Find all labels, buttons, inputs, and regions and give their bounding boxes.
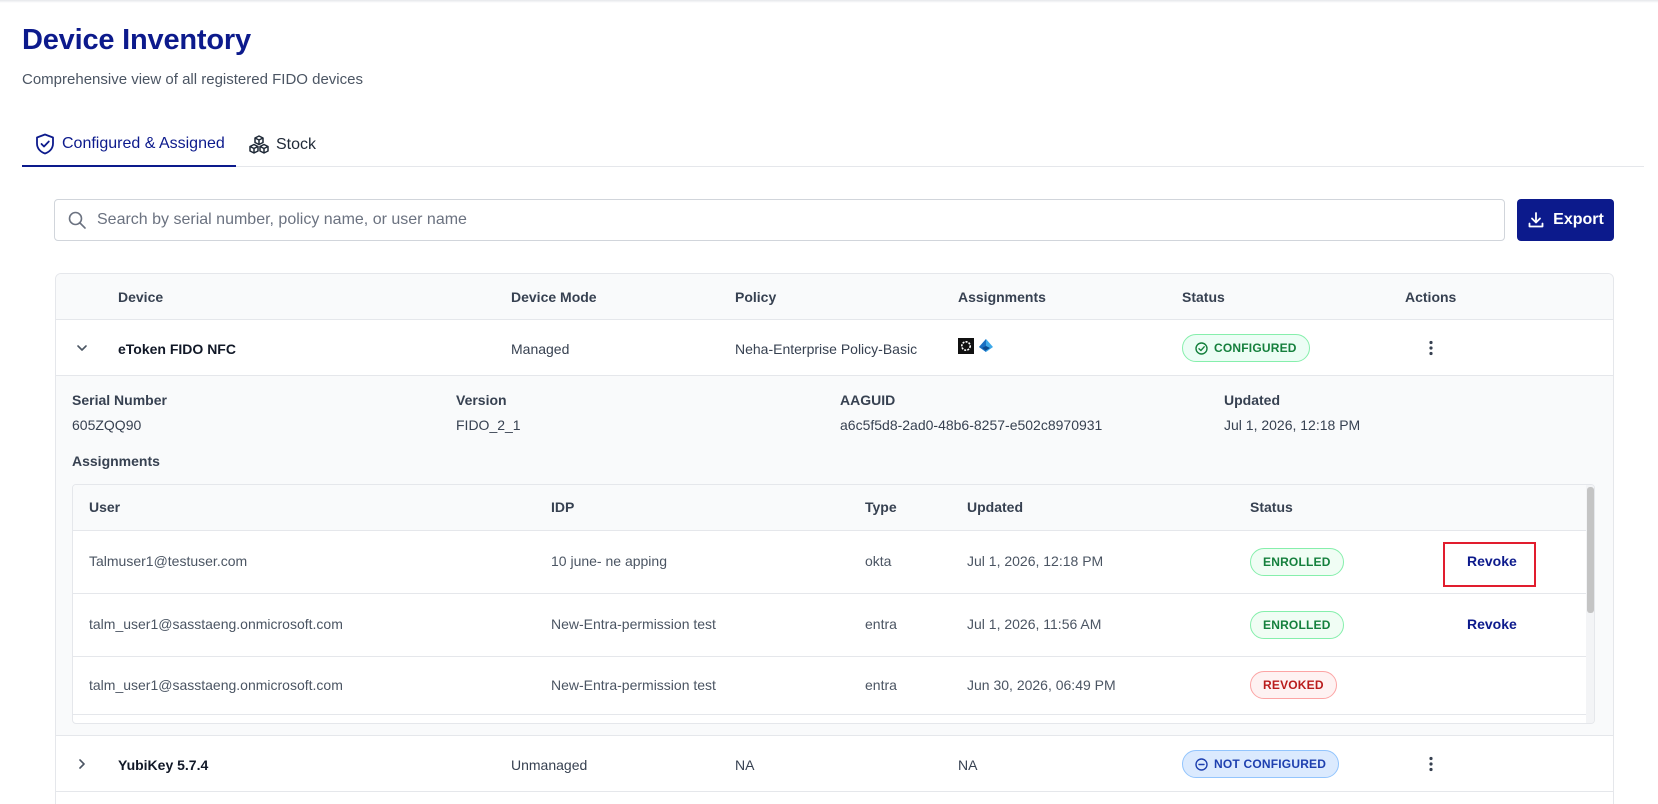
shield-check-icon — [34, 133, 56, 155]
page-title: Device Inventory — [22, 24, 251, 56]
tab-label: Configured & Assigned — [62, 134, 225, 152]
aaguid-label: AAGUID — [840, 392, 896, 408]
updated-label: Updated — [1224, 392, 1280, 408]
column-header-policy: Policy — [735, 289, 777, 305]
column-header-idp: IDP — [551, 499, 575, 515]
device-details-panel: Serial Number 605ZQQ90 Version FIDO_2_1 … — [56, 376, 1613, 736]
assignment-updated: Jun 30, 2026, 06:49 PM — [967, 677, 1116, 693]
assignment-idp: New-Entra-permission test — [551, 616, 716, 632]
revoke-button[interactable]: Revoke — [1467, 616, 1517, 632]
search-box — [54, 199, 1505, 241]
device-mode: Unmanaged — [511, 757, 588, 773]
export-label: Export — [1553, 211, 1604, 228]
column-header-assignment-status: Status — [1250, 499, 1293, 515]
column-header-updated: Updated — [967, 499, 1023, 515]
tab-stock[interactable]: Stock — [248, 122, 338, 167]
column-header-actions: Actions — [1405, 289, 1457, 305]
device-policy: Neha-Enterprise Policy-Basic — [735, 341, 918, 357]
column-header-type: Type — [865, 499, 897, 515]
assignment-row: talm_user1@sasstaeng.onmicrosoft.com New… — [73, 594, 1594, 657]
assignment-idp: New-Entra-permission test — [551, 677, 716, 693]
chevron-down-icon[interactable] — [72, 338, 92, 358]
assignment-type: entra — [865, 677, 897, 693]
assignment-status-badge: REVOKED — [1250, 671, 1337, 699]
column-header-user: User — [89, 499, 121, 515]
tab-configured-assigned[interactable]: Configured & Assigned — [22, 122, 236, 167]
assignment-type: entra — [865, 616, 897, 632]
revoke-button[interactable]: Revoke — [1467, 553, 1517, 569]
assignments-label: Assignments — [72, 453, 160, 469]
device-table: Device Device Mode Policy Assignments St… — [55, 273, 1614, 804]
serial-value: 605ZQQ90 — [72, 417, 142, 433]
search-icon — [67, 210, 87, 230]
version-value: FIDO_2_1 — [456, 417, 521, 433]
cubes-icon — [248, 134, 270, 156]
assignment-user: Talmuser1@testuser.com — [89, 553, 248, 569]
more-options-icon[interactable] — [1421, 754, 1441, 774]
download-icon — [1527, 211, 1545, 229]
device-mode: Managed — [511, 341, 570, 357]
more-options-icon[interactable] — [1421, 338, 1441, 358]
column-header-assignments: Assignments — [958, 289, 1046, 305]
assignment-status-badge: ENROLLED — [1250, 548, 1344, 576]
assignment-updated: Jul 1, 2026, 11:56 AM — [967, 616, 1102, 632]
top-shadow — [0, 0, 1658, 3]
status-text: NOT CONFIGURED — [1214, 757, 1327, 771]
assignment-idp: 10 june- ne apping — [551, 553, 667, 569]
check-circle-icon — [1195, 341, 1208, 355]
table-header: Device Device Mode Policy Assignments St… — [56, 274, 1613, 320]
serial-label: Serial Number — [72, 392, 167, 408]
device-name: eToken FIDO NFC — [118, 341, 236, 357]
version-label: Version — [456, 392, 507, 408]
device-name: YubiKey 5.7.4 — [118, 757, 209, 773]
table-row[interactable]: eToken FIDO NFC Managed Neha-Enterprise … — [56, 320, 1613, 376]
tab-label: Stock — [276, 135, 317, 153]
tab-bar: Configured & Assigned Stock — [22, 122, 1644, 167]
column-header-device-mode: Device Mode — [511, 289, 597, 305]
column-header-status: Status — [1182, 289, 1225, 305]
assignment-updated: Jul 1, 2026, 12:18 PM — [967, 553, 1104, 569]
chevron-right-icon[interactable] — [72, 754, 92, 774]
assignments-table-header: User IDP Type Updated Status — [73, 485, 1594, 531]
entra-logo-icon — [978, 338, 994, 354]
assignment-type: okta — [865, 553, 892, 569]
assignment-status-badge: ENROLLED — [1250, 611, 1344, 639]
device-policy: NA — [735, 757, 755, 773]
status-badge: CONFIGURED — [1182, 334, 1310, 362]
assignment-row: Talmuser1@testuser.com 10 june- ne appin… — [73, 531, 1594, 594]
page-subtitle: Comprehensive view of all registered FID… — [22, 71, 363, 88]
okta-logo-icon — [958, 338, 974, 354]
assignment-row: talm_user1@sasstaeng.onmicrosoft.com New… — [73, 657, 1594, 715]
aaguid-value: a6c5f5d8-2ad0-48b6-8257-e502c8970931 — [840, 417, 1103, 433]
scrollbar-thumb[interactable] — [1587, 487, 1594, 613]
minus-circle-icon — [1195, 757, 1208, 771]
search-input[interactable] — [97, 211, 1477, 229]
device-assignments: NA — [958, 757, 978, 773]
column-header-device: Device — [118, 289, 164, 305]
status-text: CONFIGURED — [1214, 341, 1297, 355]
status-badge: NOT CONFIGURED — [1182, 750, 1340, 778]
export-button[interactable]: Export — [1517, 199, 1614, 241]
assignment-user: talm_user1@sasstaeng.onmicrosoft.com — [89, 677, 343, 693]
table-row[interactable]: YubiKey 5.7.4 Unmanaged NA NA NOT CONFIG… — [56, 736, 1613, 792]
assignment-user: talm_user1@sasstaeng.onmicrosoft.com — [89, 616, 343, 632]
assignments-table: User IDP Type Updated Status Talmuser1@t… — [72, 484, 1595, 724]
updated-value: Jul 1, 2026, 12:18 PM — [1224, 417, 1361, 433]
